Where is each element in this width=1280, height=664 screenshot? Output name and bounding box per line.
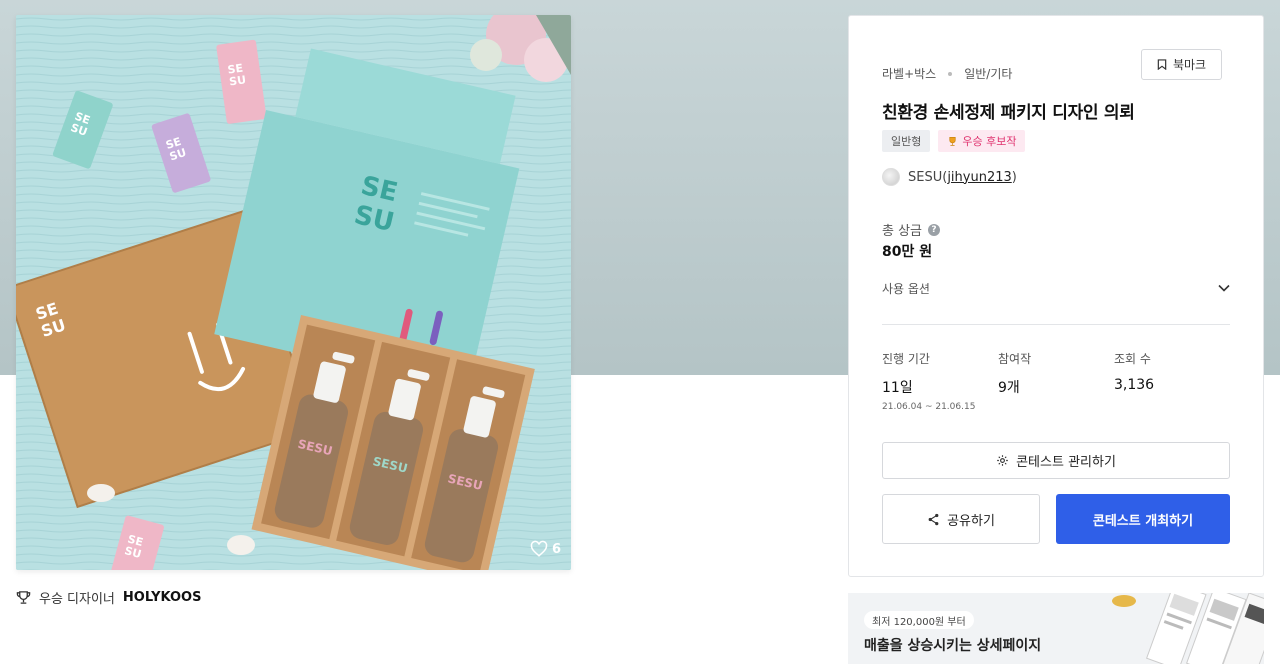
- tag-award-label: 우승 후보작: [962, 135, 1017, 148]
- owner-handle-link[interactable]: jihyun213: [947, 170, 1011, 185]
- category-main[interactable]: 라벨+박스: [882, 65, 936, 82]
- stat-value: 9개: [998, 380, 1020, 396]
- avatar: [882, 168, 900, 186]
- stat-entries: 참여작 9개: [998, 350, 1114, 412]
- divider: [882, 324, 1230, 325]
- heart-icon: [530, 540, 548, 557]
- stat-label: 참여작: [998, 352, 1032, 366]
- bookmark-button[interactable]: 북마크: [1141, 49, 1222, 80]
- breadcrumb-separator: [948, 71, 953, 76]
- share-button[interactable]: 공유하기: [882, 494, 1040, 544]
- contest-title: 친환경 손세정제 패키지 디자인 의뢰: [882, 103, 1135, 123]
- manage-contest-button[interactable]: 콘테스트 관리하기: [882, 442, 1230, 479]
- host-contest-label: 콘테스트 개최하기: [1092, 513, 1194, 529]
- ad-headline: 매출을 상승시키는 상세페이지: [864, 638, 1042, 654]
- options-dropdown[interactable]: 사용 옵션: [882, 278, 1230, 298]
- help-icon[interactable]: ?: [928, 223, 941, 236]
- tag-award: 우승 후보작: [938, 130, 1026, 152]
- prize-value: 80만 원: [882, 244, 933, 260]
- breadcrumb: 라벨+박스 일반/기타: [882, 65, 1012, 82]
- contest-stats: 진행 기간 11일 21.06.04 ~ 21.06.15 참여작 9개 조회 …: [882, 350, 1230, 412]
- owner-name: SESU: [908, 169, 943, 185]
- chevron-down-icon: [1218, 284, 1230, 292]
- tag-type-label: 일반형: [891, 135, 922, 148]
- contest-owner: SESU(jihyun213): [882, 168, 1017, 186]
- prize-label: 총 상금: [882, 224, 923, 239]
- gear-icon: [997, 455, 1008, 466]
- prize-label-row: 총 상금 ?: [882, 220, 941, 239]
- share-icon: [928, 513, 939, 525]
- manage-contest-label: 콘테스트 관리하기: [1016, 455, 1116, 470]
- stat-views: 조회 수 3,136: [1114, 350, 1230, 412]
- host-contest-button[interactable]: 콘테스트 개최하기: [1056, 494, 1230, 544]
- winner-designer-name[interactable]: HOLYKOOS: [123, 590, 202, 605]
- stat-label: 진행 기간: [882, 352, 930, 366]
- options-label: 사용 옵션: [882, 281, 930, 296]
- tag-type: 일반형: [882, 130, 931, 152]
- like-badge[interactable]: 6: [530, 540, 561, 558]
- bookmark-label: 북마크: [1172, 58, 1207, 72]
- svg-text:SU: SU: [228, 73, 247, 88]
- category-sub[interactable]: 일반/기타: [964, 65, 1012, 82]
- trophy-icon: [16, 591, 31, 604]
- like-count: 6: [551, 541, 561, 557]
- trophy-icon: [949, 136, 956, 146]
- stat-value: 3,136: [1114, 377, 1155, 393]
- bookmark-icon: [1157, 59, 1167, 70]
- stat-label: 조회 수: [1114, 352, 1151, 366]
- share-label: 공유하기: [947, 513, 995, 529]
- ad-illustration: [1112, 593, 1264, 664]
- stat-value: 11일: [882, 380, 913, 396]
- ad-banner[interactable]: 최저 120,000원 부터 매출을 상승시키는 상세페이지: [848, 593, 1264, 664]
- contest-info-card: 라벨+박스 일반/기타 북마크 친환경 손세정제 패키지 디자인 의뢰 일반형 …: [848, 15, 1264, 577]
- product-image[interactable]: SE SU SE SU SE SU SE SU SE SU SE SU SESU…: [16, 15, 571, 570]
- stat-date-range: 21.06.04 ~ 21.06.15: [882, 402, 976, 412]
- contest-tags: 일반형 우승 후보작: [882, 130, 1026, 152]
- product-illustration: SE SU SE SU SE SU SE SU SE SU SE SU SESU…: [16, 15, 571, 570]
- ad-price-pill: 최저 120,000원 부터: [864, 611, 974, 629]
- winner-designer: 우승 디자이너 HOLYKOOS: [16, 588, 201, 607]
- winner-designer-prefix: 우승 디자이너: [39, 592, 115, 607]
- stat-duration: 진행 기간 11일 21.06.04 ~ 21.06.15: [882, 350, 998, 412]
